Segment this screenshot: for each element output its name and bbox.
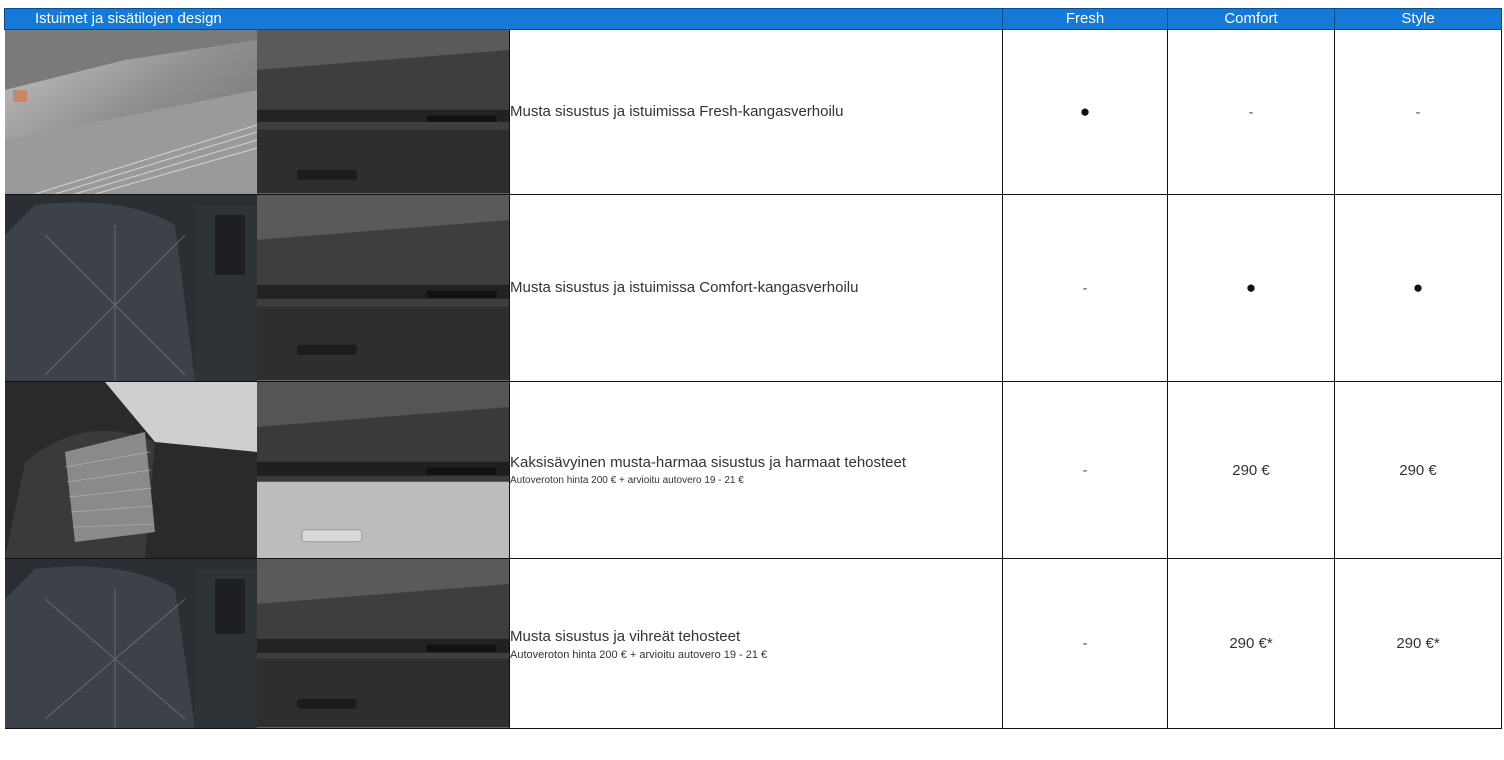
option-price: 290 € bbox=[1232, 461, 1270, 479]
included-dot: ● bbox=[1412, 278, 1424, 297]
option-title: Kaksisävyinen musta-harmaa sisustus ja h… bbox=[510, 454, 907, 471]
table-row: Kaksisävyinen musta-harmaa sisustus ja h… bbox=[4, 381, 1503, 559]
dashboard-photo-cell bbox=[256, 29, 510, 195]
fresh-value: - bbox=[1002, 194, 1169, 382]
interior-design-table-page: Istuimet ja sisätilojen design Fresh Com… bbox=[0, 0, 1504, 760]
table-row: Musta sisustus ja vihreät tehosteet Auto… bbox=[4, 558, 1503, 729]
comfort-value: 290 € bbox=[1167, 381, 1336, 559]
seat-fabric-image bbox=[4, 195, 257, 381]
price-note: Autoveroton hinta 200 € + arvioitu autov… bbox=[510, 475, 744, 486]
option-description: Musta sisustus ja istuimissa Comfort-kan… bbox=[509, 194, 1004, 382]
seat-photo-cell bbox=[4, 29, 257, 195]
seat-fabric-image bbox=[4, 382, 257, 558]
dashboard-image bbox=[256, 382, 510, 558]
comfort-value: 290 €* bbox=[1167, 558, 1336, 729]
option-price: 290 €* bbox=[1396, 635, 1440, 652]
table-header-row: Istuimet ja sisätilojen design Fresh Com… bbox=[3, 8, 1503, 30]
seat-photo-cell bbox=[4, 558, 257, 729]
option-price: 290 € bbox=[1399, 461, 1437, 479]
option-title: Musta sisustus ja istuimissa Fresh-kanga… bbox=[510, 103, 844, 120]
dashboard-image bbox=[256, 559, 510, 728]
comfort-value: - bbox=[1167, 29, 1336, 195]
not-available-dash: - bbox=[1415, 103, 1421, 121]
trim-header-fresh: Fresh bbox=[1002, 8, 1169, 30]
option-description: Musta sisustus ja istuimissa Fresh-kanga… bbox=[509, 29, 1004, 195]
dashboard-image bbox=[256, 30, 510, 194]
table-title: Istuimet ja sisätilojen design bbox=[3, 8, 510, 30]
style-value: 290 €* bbox=[1334, 558, 1503, 729]
option-description: Musta sisustus ja vihreät tehosteet Auto… bbox=[509, 558, 1004, 729]
dashboard-photo-cell bbox=[256, 381, 510, 559]
comfort-value: ● bbox=[1167, 194, 1336, 382]
not-available-dash: - bbox=[1082, 635, 1088, 652]
header-spacer bbox=[509, 8, 1004, 30]
included-dot: ● bbox=[1245, 278, 1257, 297]
option-title: Musta sisustus ja istuimissa Comfort-kan… bbox=[510, 279, 859, 296]
interior-options-table: Istuimet ja sisätilojen design Fresh Com… bbox=[3, 8, 1503, 729]
seat-fabric-image bbox=[4, 559, 257, 728]
dashboard-photo-cell bbox=[256, 558, 510, 729]
trim-header-comfort: Comfort bbox=[1167, 8, 1336, 30]
trim-header-style: Style bbox=[1334, 8, 1503, 30]
table-row: Musta sisustus ja istuimissa Comfort-kan… bbox=[4, 194, 1503, 382]
style-value: 290 € bbox=[1334, 381, 1503, 559]
not-available-dash: - bbox=[1248, 103, 1254, 121]
seat-photo-cell bbox=[4, 381, 257, 559]
dashboard-photo-cell bbox=[256, 194, 510, 382]
fresh-value: ● bbox=[1002, 29, 1169, 195]
option-price: 290 €* bbox=[1229, 635, 1273, 652]
table-row: Musta sisustus ja istuimissa Fresh-kanga… bbox=[4, 29, 1503, 195]
fresh-value: - bbox=[1002, 558, 1169, 729]
seat-photo-cell bbox=[4, 194, 257, 382]
option-description: Kaksisävyinen musta-harmaa sisustus ja h… bbox=[509, 381, 1004, 559]
fresh-value: - bbox=[1002, 381, 1169, 559]
seat-fabric-image bbox=[4, 30, 257, 194]
included-dot: ● bbox=[1079, 102, 1091, 121]
not-available-dash: - bbox=[1082, 461, 1088, 479]
price-note: Autoveroton hinta 200 € + arvioitu autov… bbox=[510, 648, 768, 661]
not-available-dash: - bbox=[1082, 279, 1088, 297]
dashboard-image bbox=[256, 195, 510, 381]
style-value: ● bbox=[1334, 194, 1503, 382]
option-title: Musta sisustus ja vihreät tehosteet bbox=[510, 627, 741, 645]
style-value: - bbox=[1334, 29, 1503, 195]
